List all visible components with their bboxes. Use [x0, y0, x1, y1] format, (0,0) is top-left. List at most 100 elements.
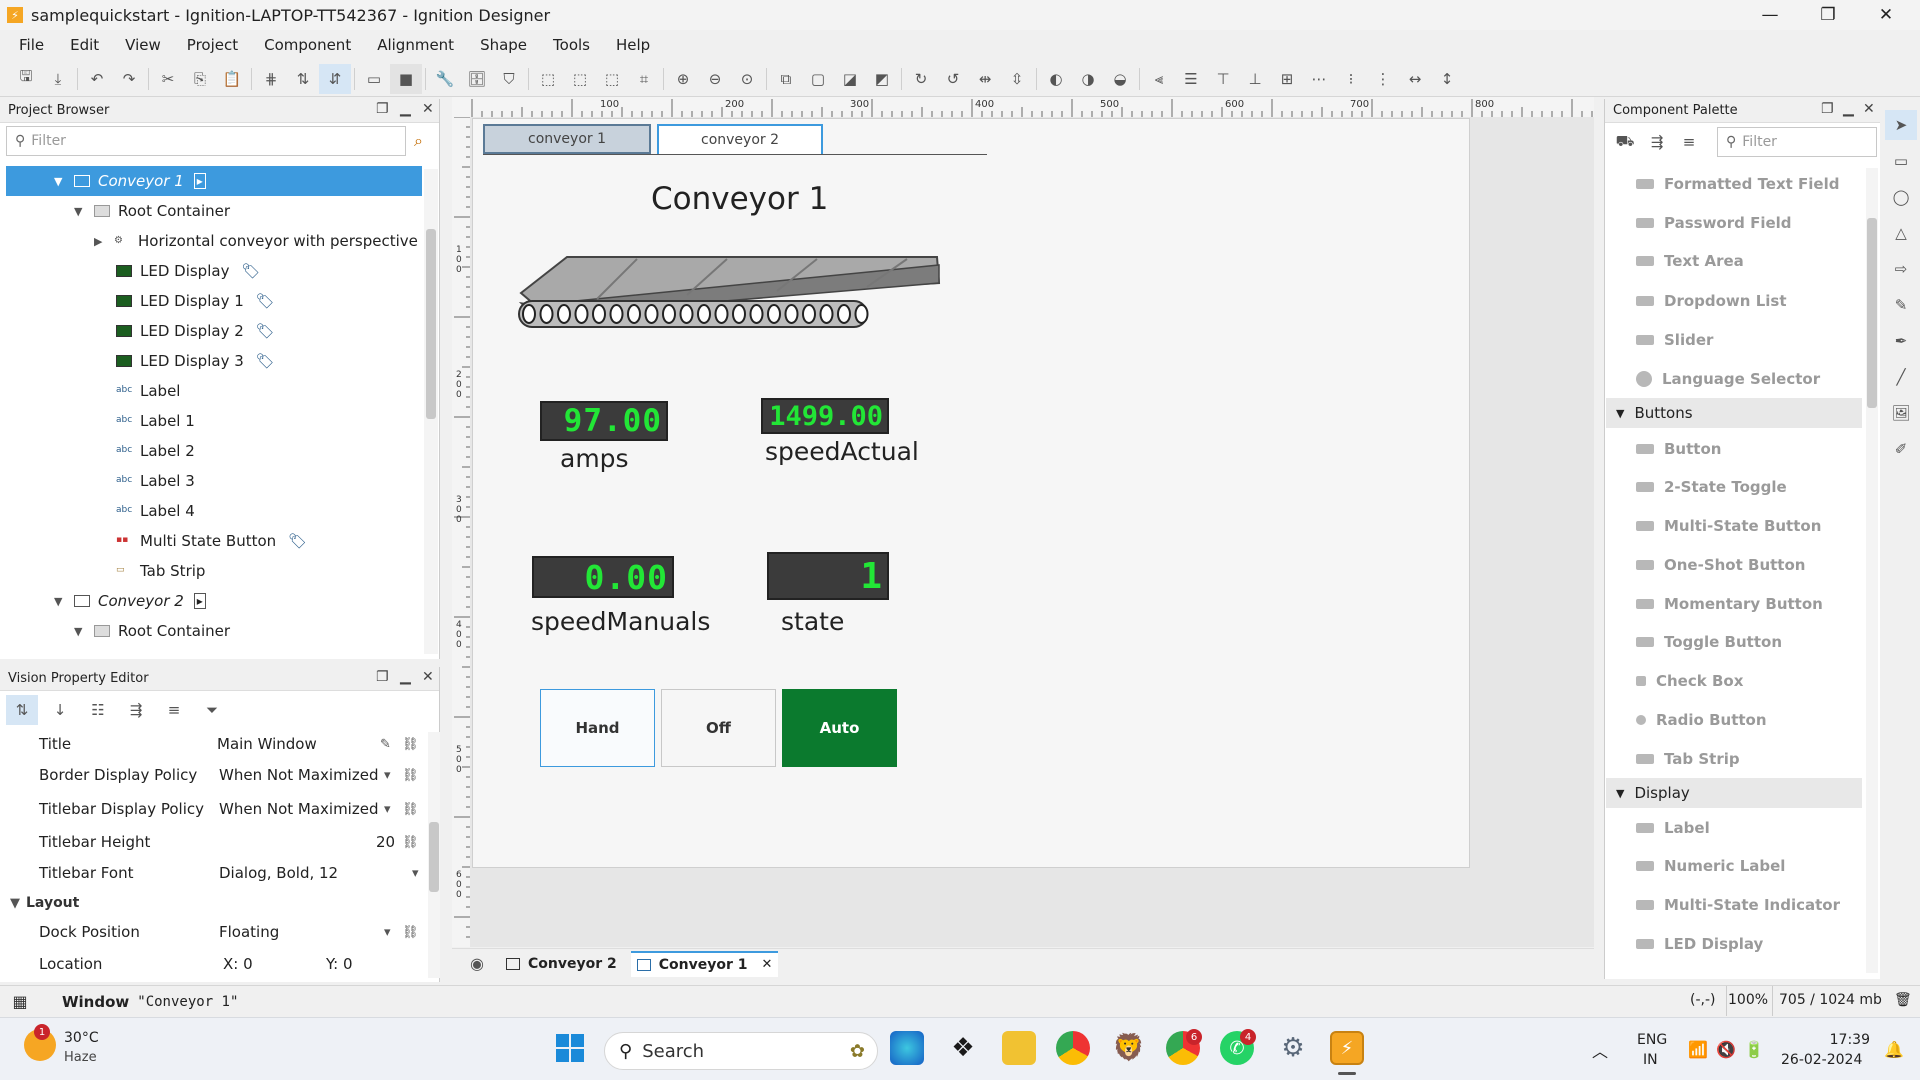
scrollbar-thumb[interactable] — [1867, 218, 1877, 408]
binding-link-icon[interactable]: ⛓ — [402, 802, 419, 817]
space-horizontal-icon[interactable]: ↔ — [1399, 64, 1431, 94]
tree-item-label-1[interactable]: abc Label 1 — [116, 406, 195, 436]
expanded-arrow-icon[interactable]: ▼ — [54, 595, 68, 608]
tree-item-led-display-2[interactable]: LED Display 2 🏷 — [116, 316, 275, 346]
bring-front-icon[interactable]: ◪ — [834, 64, 866, 94]
expanded-arrow-icon[interactable]: ▼ — [1616, 407, 1624, 420]
dropdown-arrow-icon[interactable]: ▾ — [384, 802, 391, 817]
minimize-panel-icon[interactable]: ▁ — [400, 669, 411, 685]
palette-item-momentary-button[interactable]: Momentary Button — [1636, 589, 1823, 619]
expand-all-icon[interactable]: ⇶ — [1641, 127, 1673, 157]
dropdown-arrow-icon[interactable]: ▾ — [384, 768, 391, 783]
palette-item-text-area[interactable]: Text Area — [1636, 246, 1744, 276]
eyedropper-tool-icon[interactable]: ✐ — [1885, 434, 1917, 464]
select-icon[interactable]: ⬚ — [532, 64, 564, 94]
subtract-icon[interactable]: ◑ — [1072, 64, 1104, 94]
expanded-arrow-icon[interactable]: ▼ — [1616, 787, 1624, 800]
expanded-arrow-icon[interactable]: ▼ — [74, 205, 88, 218]
select-all-icon[interactable]: ⬚ — [564, 64, 596, 94]
clock-time[interactable]: 17:39 — [1800, 1032, 1870, 1048]
tree-item-root-container[interactable]: ▼ Root Container — [74, 196, 230, 226]
restore-panel-icon[interactable]: ❐ — [376, 101, 389, 117]
windows-start-icon[interactable] — [556, 1034, 584, 1062]
hand-button[interactable]: Hand — [540, 689, 655, 767]
redo-icon[interactable]: ↷ — [113, 64, 145, 94]
pencil-tool-icon[interactable]: ✎ — [1885, 290, 1917, 320]
palette-item-one-shot-button[interactable]: One-Shot Button — [1636, 550, 1805, 580]
palette-section-buttons[interactable]: ▼ Buttons — [1606, 398, 1862, 428]
tree-item-label-0[interactable]: abc Label — [116, 376, 180, 406]
property-value[interactable]: When Not Maximized — [219, 800, 378, 818]
palette-item-led-display[interactable]: LED Display — [1636, 929, 1763, 959]
property-value[interactable]: 20 — [376, 833, 395, 851]
stop-icon[interactable]: ■ — [390, 63, 422, 94]
arrow-tool-icon[interactable]: ⇨ — [1885, 254, 1917, 284]
palette-item-password-field[interactable]: Password Field — [1636, 208, 1792, 238]
ellipse-tool-icon[interactable]: ◯ — [1885, 182, 1917, 212]
collapse-all-icon[interactable]: ≡ — [158, 695, 190, 725]
palette-item-label[interactable]: Label — [1636, 813, 1710, 843]
tree-item-led-display-1[interactable]: LED Display 1 🏷 — [116, 286, 275, 316]
cut-icon[interactable]: ✂ — [152, 64, 184, 94]
palette-item-button[interactable]: Button — [1636, 434, 1721, 464]
flip-vertical-icon[interactable]: ⇳ — [1001, 64, 1033, 94]
close-panel-icon[interactable]: ✕ — [422, 669, 434, 685]
edit-pencil-icon[interactable]: ✎ — [380, 737, 391, 752]
rotate-left-icon[interactable]: ↺ — [937, 64, 969, 94]
send-back-icon[interactable]: ◩ — [866, 64, 898, 94]
snap-icon[interactable]: ⋕ — [255, 64, 287, 94]
project-filter-input[interactable]: ⚲ Filter — [6, 126, 406, 156]
distribute-icon[interactable]: ⋯ — [1303, 64, 1335, 94]
open-window-icon[interactable]: ▸ — [193, 173, 206, 189]
close-panel-icon[interactable]: ✕ — [1863, 101, 1875, 117]
close-tab-icon[interactable]: ✕ — [762, 957, 773, 972]
property-value[interactable]: Main Window — [217, 735, 317, 753]
tree-item-led-display-3[interactable]: LED Display 3 🏷 — [116, 346, 275, 376]
tree-item-label-3[interactable]: abc Label 3 — [116, 466, 195, 496]
property-row-titlebar-display-policy[interactable]: Titlebar Display Policy When Not Maximiz… — [0, 794, 425, 824]
pointer-tool-icon[interactable]: ➤ — [1885, 110, 1917, 140]
space-vertical-icon[interactable]: ↕ — [1431, 64, 1463, 94]
battery-icon[interactable]: 🔋 — [1744, 1040, 1764, 1059]
binding-link-icon[interactable]: ⛓ — [402, 835, 419, 850]
polygon-tool-icon[interactable]: △ — [1885, 218, 1917, 248]
filter-options-icon[interactable]: ⌕ — [414, 131, 423, 151]
tab-conveyor-1[interactable]: conveyor 1 — [483, 124, 651, 154]
group-icon[interactable]: ⧉ — [770, 64, 802, 94]
property-category-layout[interactable]: ▼ Layout — [0, 888, 425, 918]
palette-mode-icon[interactable]: ⛟ — [1609, 127, 1641, 157]
sort-icon[interactable]: ⇅ — [287, 64, 319, 94]
property-row-location[interactable]: Location X: 0 Y: 0 — [0, 949, 425, 979]
property-scrollbar[interactable] — [428, 732, 440, 978]
edge-browser-icon[interactable] — [890, 1031, 924, 1065]
tree-item-label-2[interactable]: abc Label 2 — [116, 436, 195, 466]
menu-tools[interactable]: Tools — [540, 36, 603, 54]
menu-project[interactable]: Project — [174, 36, 251, 54]
expanded-arrow-icon[interactable]: ▼ — [10, 896, 20, 911]
property-value[interactable]: When Not Maximized — [219, 766, 378, 784]
scrollbar-thumb[interactable] — [429, 822, 439, 892]
palette-filter-input[interactable]: ⚲ Filter — [1717, 127, 1877, 157]
minimize-button[interactable]: — — [1742, 0, 1798, 30]
flip-horizontal-icon[interactable]: ⇹ — [969, 64, 1001, 94]
palette-item-slider[interactable]: Slider — [1636, 325, 1713, 355]
shield-icon[interactable]: ⛉ — [493, 64, 525, 94]
zoom-fit-icon[interactable]: ⊙ — [731, 64, 763, 94]
filter-properties-icon[interactable]: ⏷ — [196, 695, 228, 725]
led-display-speed-manuals[interactable]: 0.00 — [532, 556, 674, 598]
expand-all-icon[interactable]: ⇶ — [120, 695, 152, 725]
led-display-amps[interactable]: 97.00 — [540, 401, 668, 441]
layout-toggle-icon[interactable]: ⇵ — [319, 63, 351, 94]
binding-link-icon[interactable]: ⛓ — [402, 925, 419, 940]
close-panel-icon[interactable]: ✕ — [422, 101, 434, 117]
ignition-designer-icon[interactable]: ⚡ — [1330, 1031, 1364, 1065]
collapse-all-icon[interactable]: ≡ — [1673, 127, 1705, 157]
led-display-state[interactable]: 1 — [767, 552, 889, 600]
align-left-icon[interactable]: ⫷ — [1143, 64, 1175, 94]
taskbar-search-box[interactable]: ⚲ Search ✿ — [604, 1032, 878, 1070]
chrome-icon[interactable] — [1056, 1031, 1090, 1065]
align-middle-icon[interactable]: ⊞ — [1271, 64, 1303, 94]
dropdown-arrow-icon[interactable]: ▾ — [384, 925, 391, 940]
line-tool-icon[interactable]: ╱ — [1885, 362, 1917, 392]
tree-item-label-4[interactable]: abc Label 4 — [116, 496, 195, 526]
